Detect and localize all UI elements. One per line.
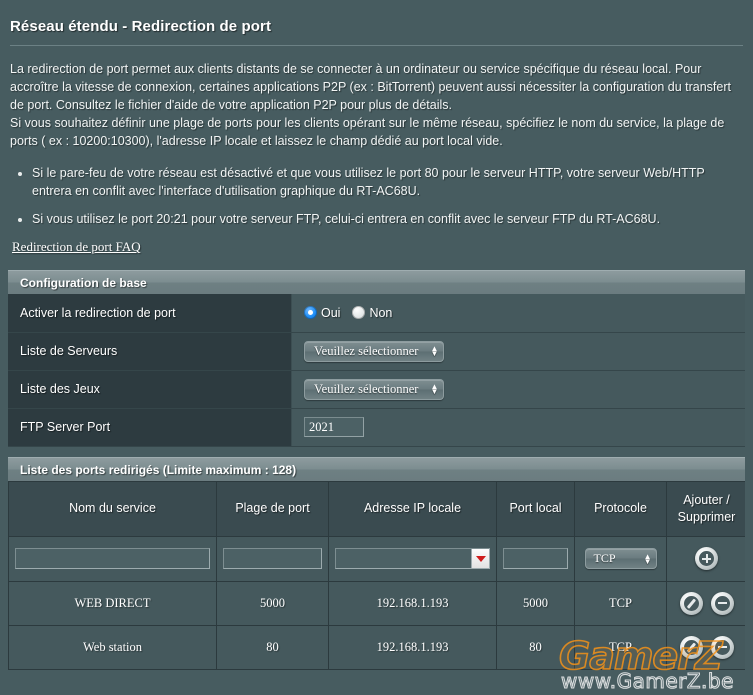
- row-enable-port-forwarding: Activer la redirection de port Oui Non: [8, 294, 745, 333]
- radio-no[interactable]: [352, 306, 366, 320]
- cell-service-name: WEB DIRECT: [8, 580, 217, 626]
- label-game-list: Liste des Jeux: [8, 370, 292, 409]
- port-list-header: Liste des ports redirigés (Limite maximu…: [8, 456, 745, 481]
- add-entry-button[interactable]: [695, 547, 718, 570]
- title-divider: [10, 45, 743, 46]
- row-ftp-server-port: FTP Server Port: [8, 408, 745, 447]
- column-port-range: Plage de port: [216, 480, 329, 537]
- updown-arrows-icon: ▲ ▼: [430, 344, 439, 358]
- minus-circle-icon: [714, 639, 730, 655]
- row-game-list: Liste des Jeux Veuillez sélectionner ▲ ▼: [8, 370, 745, 409]
- delete-entry-button[interactable]: [710, 591, 734, 615]
- note-item: Si le pare-feu de votre réseau est désac…: [32, 164, 743, 200]
- cell-port-range: 80: [216, 624, 329, 670]
- label-ftp-server-port: FTP Server Port: [8, 408, 292, 447]
- cell-port-range: 5000: [216, 580, 329, 626]
- server-list-select-value: Veuillez sélectionner: [314, 343, 419, 358]
- enable-radio-group: Oui Non: [304, 306, 744, 320]
- protocol-select-value: TCP: [593, 551, 616, 565]
- cell-local-port: 80: [496, 624, 575, 670]
- description-paragraph-2: Si vous souhaitez définir une plage de p…: [10, 116, 725, 148]
- local-ip-dropdown-button[interactable]: [471, 549, 489, 568]
- local-ip-combobox[interactable]: [335, 548, 490, 569]
- local-port-input[interactable]: [503, 548, 568, 569]
- cell-protocol: TCP: [574, 624, 667, 670]
- column-protocol: Protocole: [574, 480, 667, 537]
- service-name-input[interactable]: [15, 548, 210, 569]
- edit-entry-button[interactable]: [679, 635, 703, 659]
- row-server-list: Liste de Serveurs Veuillez sélectionner …: [8, 332, 745, 371]
- edit-entry-button[interactable]: [679, 591, 703, 615]
- chevron-down-icon: [475, 555, 486, 562]
- cell-local-ip: 192.168.1.193: [328, 624, 497, 670]
- port-forwarding-page: Réseau étendu - Redirection de port La r…: [0, 0, 753, 695]
- label-enable-port-forwarding: Activer la redirection de port: [8, 294, 292, 333]
- port-range-input[interactable]: [223, 548, 322, 569]
- column-add-delete-line2: Supprimer: [677, 509, 736, 524]
- cell-service-name: Web station: [8, 624, 217, 670]
- port-list-table: Nom du service Plage de port Adresse IP …: [8, 480, 745, 670]
- basic-config-table: Activer la redirection de port Oui Non L…: [8, 294, 745, 447]
- ftp-server-port-input[interactable]: [304, 417, 364, 437]
- radio-yes[interactable]: [304, 306, 317, 320]
- label-server-list: Liste de Serveurs: [8, 332, 292, 371]
- radio-no-label[interactable]: Non: [369, 306, 392, 320]
- table-row: Web station 80 192.168.1.193 80 TCP: [8, 624, 745, 670]
- server-list-select[interactable]: Veuillez sélectionner ▲ ▼: [304, 340, 445, 362]
- game-list-select[interactable]: Veuillez sélectionner ▲ ▼: [304, 378, 445, 400]
- table-row: WEB DIRECT 5000 192.168.1.193 5000 TCP: [8, 580, 745, 626]
- minus-circle-icon: [714, 595, 730, 611]
- column-add-delete: Ajouter / Supprimer: [666, 480, 745, 537]
- column-service-name: Nom du service: [8, 480, 217, 537]
- column-local-port: Port local: [496, 480, 575, 537]
- updown-arrows-icon: ▲ ▼: [430, 382, 439, 396]
- table-header-row: Nom du service Plage de port Adresse IP …: [8, 480, 745, 537]
- pencil-icon: [683, 639, 699, 655]
- new-entry-row: TCP ▲ ▼: [8, 535, 745, 582]
- basic-config-header: Configuration de base: [8, 270, 745, 294]
- cell-local-port: 5000: [496, 580, 575, 626]
- page-title: Réseau étendu - Redirection de port: [10, 18, 272, 35]
- pencil-icon: [683, 595, 699, 611]
- protocol-select[interactable]: TCP ▲ ▼: [584, 548, 657, 569]
- radio-yes-label[interactable]: Oui: [321, 306, 340, 320]
- plus-circle-icon: [699, 551, 714, 566]
- game-list-select-value: Veuillez sélectionner: [314, 381, 419, 396]
- local-ip-input[interactable]: [336, 549, 471, 568]
- updown-arrows-icon: ▲ ▼: [643, 551, 652, 566]
- faq-link[interactable]: Redirection de port FAQ: [12, 238, 141, 256]
- row-actions: [679, 591, 734, 615]
- cell-protocol: TCP: [574, 580, 667, 626]
- watermark-sub-text: www.GamerZ.be: [560, 668, 734, 693]
- note-item: Si vous utilisez le port 20:21 pour votr…: [32, 210, 743, 228]
- column-local-ip: Adresse IP locale: [328, 480, 497, 537]
- column-add-delete-line1: Ajouter /: [683, 492, 730, 507]
- description-block: La redirection de port permet aux client…: [8, 60, 745, 256]
- page-header: Réseau étendu - Redirection de port: [8, 0, 745, 46]
- delete-entry-button[interactable]: [710, 635, 734, 659]
- cell-local-ip: 192.168.1.193: [328, 580, 497, 626]
- description-paragraph-1: La redirection de port permet aux client…: [10, 62, 731, 112]
- notes-list: Si le pare-feu de votre réseau est désac…: [10, 164, 743, 228]
- row-actions: [679, 635, 734, 659]
